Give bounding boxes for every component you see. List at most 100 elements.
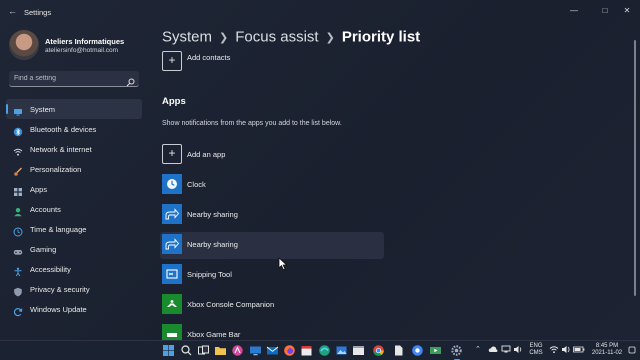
monitor-icon	[13, 104, 23, 116]
nearby-sharing-icon	[162, 204, 182, 224]
sidebar-item-label: Personalization	[30, 165, 82, 174]
profile-email: ateliersinfo@hotmail.com	[45, 47, 119, 54]
list-item-label: Xbox Console Companion	[187, 300, 275, 309]
list-item-xbox-console-companion[interactable]: Xbox Console Companion	[160, 292, 384, 319]
chevron-right-icon: ❯	[325, 31, 335, 44]
chrome-icon[interactable]	[372, 344, 385, 357]
file-icon[interactable]	[392, 344, 405, 357]
maximize-icon[interactable]: □	[598, 4, 612, 18]
sidebar-item-label: Gaming	[30, 245, 57, 254]
photos-icon[interactable]	[335, 344, 348, 357]
shield-icon	[13, 284, 23, 297]
sidebar-item-time-language[interactable]: Time & language	[6, 219, 142, 239]
video-icon[interactable]	[429, 344, 442, 357]
brush-icon	[13, 164, 23, 176]
sidebar-item-label: Bluetooth & devices	[30, 125, 97, 134]
chevron-right-icon: ❯	[219, 31, 229, 44]
tray-time: 8:45 PM	[595, 343, 619, 349]
gamepad-icon	[13, 244, 23, 255]
scrollbar[interactable]	[634, 40, 636, 296]
file-explorer-icon[interactable]	[214, 344, 227, 357]
profile-name: Ateliers Informatiques	[45, 37, 125, 46]
sidebar-nav: System Bluetooth & devices Network & int…	[6, 99, 142, 319]
sidebar-item-label: Time & language	[30, 225, 87, 234]
list-item-label: Nearby sharing	[187, 240, 238, 249]
task-view-icon[interactable]	[197, 344, 210, 357]
xbox-game-bar-icon	[162, 324, 182, 340]
apps-heading: Apps	[162, 96, 186, 107]
chevron-up-icon[interactable]: ⌃	[475, 346, 481, 353]
language-top: ENG	[529, 343, 543, 349]
list-item-label: Clock	[187, 180, 206, 189]
search-box[interactable]	[9, 71, 139, 87]
minimize-icon[interactable]: —	[567, 4, 581, 18]
list-item-label: Nearby sharing	[187, 210, 238, 219]
search-input[interactable]	[14, 73, 122, 84]
xbox-icon	[162, 294, 182, 314]
clock-tray[interactable]: 8:45 PM 2021-11-02	[588, 343, 626, 357]
terminal-icon[interactable]	[352, 344, 365, 357]
app-icon[interactable]	[231, 344, 244, 357]
wifi-icon[interactable]	[549, 345, 559, 357]
sidebar-item-apps[interactable]: Apps	[6, 179, 142, 199]
clock-icon	[162, 174, 182, 194]
tray-date: 2021-11-02	[591, 350, 623, 356]
breadcrumb: System ❯ Focus assist ❯ Priority list	[162, 28, 420, 46]
back-arrow-icon[interactable]: ←	[8, 6, 17, 16]
sidebar-item-privacy[interactable]: Privacy & security	[6, 279, 142, 299]
edge-icon[interactable]	[318, 344, 331, 357]
sidebar-item-label: Privacy & security	[30, 285, 90, 294]
add-app-label: Add an app	[187, 150, 226, 159]
mail-icon[interactable]	[266, 344, 279, 357]
volume-icon[interactable]	[561, 345, 571, 357]
apps-grid-icon	[13, 184, 23, 196]
mouse-cursor-icon	[278, 257, 288, 276]
browser-icon[interactable]	[411, 344, 424, 357]
sidebar-item-bluetooth[interactable]: Bluetooth & devices	[6, 119, 142, 139]
search-icon[interactable]	[126, 74, 135, 92]
title-bar: ← Settings — □ ✕	[0, 0, 640, 26]
list-item-nearby-sharing-2[interactable]: Nearby sharing	[160, 232, 384, 259]
add-app-button[interactable]: + Add an app	[160, 142, 384, 169]
windows-start-icon[interactable]	[162, 344, 175, 357]
search-icon[interactable]	[180, 344, 193, 357]
breadcrumb-system[interactable]: System	[162, 29, 212, 46]
sidebar-item-system[interactable]: System	[6, 99, 142, 119]
avatar[interactable]	[9, 30, 39, 60]
notification-icon[interactable]	[628, 346, 636, 357]
firefox-icon[interactable]	[283, 344, 296, 357]
list-item-xbox-game-bar[interactable]: Xbox Game Bar	[160, 322, 384, 340]
cloud-icon[interactable]	[488, 345, 498, 357]
list-item-clock[interactable]: Clock	[160, 172, 384, 199]
breadcrumb-focus-assist[interactable]: Focus assist	[235, 29, 318, 46]
sidebar-item-accounts[interactable]: Accounts	[6, 199, 142, 219]
list-item-nearby-sharing[interactable]: Nearby sharing	[160, 202, 384, 229]
sidebar-item-accessibility[interactable]: Accessibility	[6, 259, 142, 279]
sidebar-item-personalization[interactable]: Personalization	[6, 159, 142, 179]
add-contacts-button[interactable]: + Add contacts	[160, 50, 384, 76]
sidebar-item-label: System	[30, 105, 56, 114]
calendar-icon[interactable]	[300, 344, 313, 357]
apps-description: Show notifications from the apps you add…	[162, 120, 342, 127]
language-indicator[interactable]: ENG CMS	[527, 343, 545, 357]
sidebar-item-label: Windows Update	[30, 305, 87, 314]
sidebar-item-gaming[interactable]: Gaming	[6, 239, 142, 259]
plus-icon: +	[162, 51, 182, 71]
settings-window: ← Settings — □ ✕ Ateliers Informatiques …	[0, 0, 640, 340]
battery-icon[interactable]	[573, 345, 585, 357]
sidebar-item-windows-update[interactable]: Windows Update	[6, 299, 142, 319]
desktop-icon[interactable]	[249, 344, 262, 357]
update-icon	[13, 304, 23, 317]
network-tray-icon[interactable]	[501, 344, 511, 357]
plus-icon: +	[162, 144, 182, 164]
list-item-snipping-tool[interactable]: Snipping Tool	[160, 262, 384, 289]
sidebar-item-network[interactable]: Network & internet	[6, 139, 142, 159]
list-item-label: Snipping Tool	[187, 270, 232, 279]
person-icon	[13, 204, 23, 217]
window-title: Settings	[24, 8, 52, 17]
settings-icon[interactable]	[450, 344, 463, 360]
wifi-icon	[13, 144, 23, 156]
speaker-icon[interactable]	[513, 345, 523, 357]
close-icon[interactable]: ✕	[620, 4, 634, 18]
sidebar-item-label: Network & internet	[30, 145, 92, 154]
